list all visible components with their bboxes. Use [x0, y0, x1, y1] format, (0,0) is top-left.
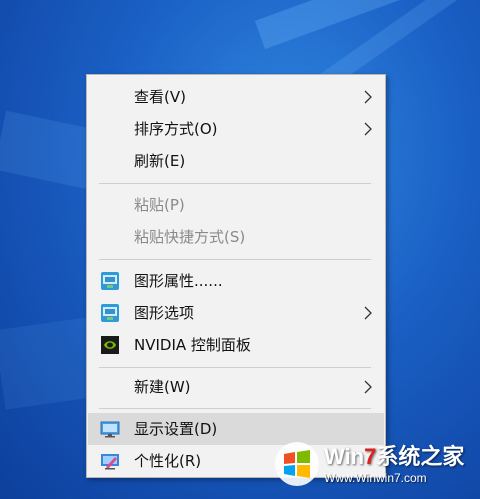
site-watermark: Win7系统之家 Www.Winwin7.com: [268, 437, 476, 495]
desktop-context-menu: 查看(V) 排序方式(O) 刷新(E) 粘贴(P) 粘贴快捷方式(S) 图形属性…: [86, 74, 386, 478]
watermark-title-accent: 7: [364, 444, 377, 469]
menu-item-paste-shortcut[interactable]: 粘贴快捷方式(S): [88, 221, 384, 253]
menu-item-nvidia-control-panel[interactable]: NVIDIA 控制面板: [88, 329, 384, 361]
menu-item-label: 刷新(E): [134, 152, 186, 170]
menu-separator: [99, 408, 371, 409]
watermark-url: Www.Winwin7.com: [324, 471, 427, 485]
monitor-icon: [100, 421, 120, 438]
intel-graphics-icon: [101, 304, 119, 322]
menu-item-new[interactable]: 新建(W): [88, 371, 384, 403]
watermark-title-part: 系统之家: [376, 444, 465, 469]
nvidia-icon: [101, 336, 119, 354]
menu-item-label: 图形选项: [134, 304, 195, 322]
menu-separator: [99, 183, 371, 184]
watermark-title: Win7系统之家: [324, 439, 464, 471]
menu-item-label: 个性化(R): [134, 452, 202, 470]
menu-item-label: 排序方式(O): [134, 120, 218, 138]
chevron-right-icon: [364, 306, 372, 320]
menu-separator: [99, 259, 371, 260]
menu-item-label: 图形属性......: [134, 272, 223, 290]
menu-item-sort-by[interactable]: 排序方式(O): [88, 113, 384, 145]
chevron-right-icon: [364, 380, 372, 394]
menu-item-graphics-properties[interactable]: 图形属性......: [88, 265, 384, 297]
watermark-title-part: Win: [324, 444, 365, 469]
windows-logo-icon: [275, 442, 319, 486]
menu-item-graphics-options[interactable]: 图形选项: [88, 297, 384, 329]
chevron-right-icon: [364, 90, 372, 104]
personalize-icon: [101, 454, 119, 470]
menu-separator: [99, 367, 371, 368]
menu-item-label: 粘贴快捷方式(S): [134, 228, 246, 246]
menu-item-label: 粘贴(P): [134, 196, 185, 214]
menu-item-refresh[interactable]: 刷新(E): [88, 145, 384, 177]
menu-item-label: NVIDIA 控制面板: [134, 336, 251, 354]
menu-item-paste[interactable]: 粘贴(P): [88, 189, 384, 221]
intel-graphics-icon: [101, 272, 119, 290]
menu-item-label: 显示设置(D): [134, 420, 218, 438]
chevron-right-icon: [364, 122, 372, 136]
menu-item-label: 查看(V): [134, 88, 186, 106]
menu-item-label: 新建(W): [134, 378, 191, 396]
menu-item-view[interactable]: 查看(V): [88, 81, 384, 113]
